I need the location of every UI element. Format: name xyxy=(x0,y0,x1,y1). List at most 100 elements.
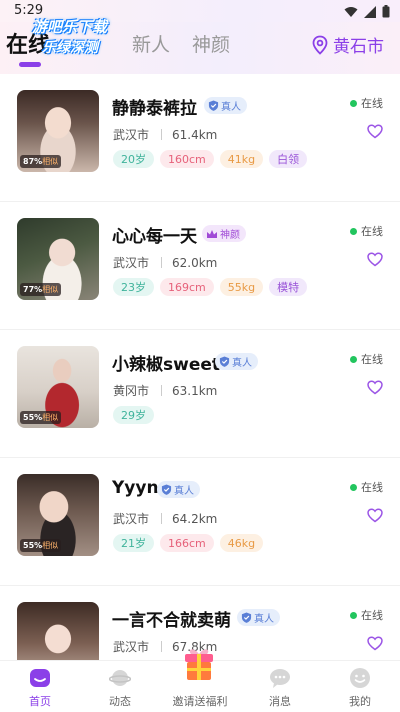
user-city: 武汉市 xyxy=(113,640,150,654)
user-card[interactable]: 55%相似 小辣椒sweet 真人 黄冈市 63.1km 29岁 在线 xyxy=(0,330,400,458)
verified-badge: 真人 xyxy=(157,481,200,498)
similarity-badge: 55%相似 xyxy=(20,411,62,424)
user-name: Yyyn xyxy=(112,478,159,498)
watermark-overlay: 游吧乐下载 乐绿深测 xyxy=(32,16,152,57)
tag-height: 166cm xyxy=(160,534,214,552)
tag-occupation: 模特 xyxy=(269,278,308,296)
online-status: 在线 xyxy=(350,607,383,623)
battery-icon xyxy=(382,5,390,18)
nav-messages[interactable]: 消息 xyxy=(240,661,320,712)
user-location-distance: 黄冈市 63.1km xyxy=(113,382,217,399)
watermark-line-2: 乐绿深测 xyxy=(42,40,98,56)
user-distance: 61.4km xyxy=(172,127,218,142)
tag-weight: 55kg xyxy=(219,278,264,296)
online-dot-icon xyxy=(350,99,357,107)
tag-height: 160cm xyxy=(160,150,214,168)
online-status: 在线 xyxy=(350,479,383,495)
tag-weight: 46kg xyxy=(219,534,264,552)
heart-icon[interactable] xyxy=(367,380,383,395)
user-list: 87%相似 静静泰裤拉 真人 武汉市 61.4km 20岁 160cm 41kg … xyxy=(0,74,400,660)
user-name: 静静泰裤拉 xyxy=(112,99,197,119)
user-avatar[interactable] xyxy=(17,602,99,660)
verified-badge: 真人 xyxy=(204,97,247,114)
user-tags: 21岁 166cm 46kg xyxy=(113,534,264,552)
user-city: 武汉市 xyxy=(113,512,150,526)
user-avatar[interactable]: 77%相似 xyxy=(17,218,99,300)
user-avatar[interactable]: 87%相似 xyxy=(17,90,99,172)
shield-check-icon xyxy=(208,100,219,111)
nav-home-label: 首页 xyxy=(29,695,51,708)
status-icons xyxy=(344,5,390,18)
user-name: 小辣椒sweet xyxy=(112,355,221,375)
user-city: 武汉市 xyxy=(113,128,150,142)
verified-badge: 真人 xyxy=(237,609,280,626)
tag-age: 23岁 xyxy=(113,278,154,296)
location-selector[interactable]: 黄石市 xyxy=(311,32,384,57)
tab-beauty[interactable]: 神颜 xyxy=(192,30,230,57)
tab-indicator xyxy=(19,62,41,67)
user-card[interactable]: 77%相似 心心每一天 神颜 武汉市 62.0km 23岁 169cm 55kg … xyxy=(0,202,400,330)
top-header: 在线 新人 神颜 游吧乐下载 乐绿深测 黄石市 xyxy=(0,18,400,74)
user-location-distance: 武汉市 64.2km xyxy=(113,510,217,527)
tag-height: 169cm xyxy=(160,278,214,296)
user-name: 心心每一天 xyxy=(112,227,197,247)
tag-occupation: 白领 xyxy=(269,150,308,168)
online-dot-icon xyxy=(350,483,357,491)
heart-icon[interactable] xyxy=(367,252,383,267)
similarity-badge: 77%相似 xyxy=(20,283,62,296)
heart-icon[interactable] xyxy=(367,636,383,651)
similarity-badge: 87%相似 xyxy=(20,155,62,168)
nav-moments-label: 动态 xyxy=(109,695,131,708)
user-location-distance: 武汉市 61.4km xyxy=(113,126,217,143)
nav-profile[interactable]: 我的 xyxy=(320,661,400,712)
user-distance: 64.2km xyxy=(172,511,218,526)
smile-icon xyxy=(350,668,370,688)
signal-icon xyxy=(364,5,376,18)
user-avatar[interactable]: 55%相似 xyxy=(17,474,99,556)
user-tags: 23岁 169cm 55kg 模特 xyxy=(113,278,308,296)
nav-invite-label: 邀请送福利 xyxy=(172,695,228,708)
location-pin-icon xyxy=(312,35,328,55)
tag-age: 20岁 xyxy=(113,150,154,168)
planet-icon xyxy=(109,670,131,686)
user-distance: 62.0km xyxy=(172,255,218,270)
chat-icon xyxy=(270,669,290,688)
nav-home[interactable]: 首页 xyxy=(0,661,80,712)
tag-age: 21岁 xyxy=(113,534,154,552)
nav-profile-label: 我的 xyxy=(349,695,371,708)
user-tags: 20岁 160cm 41kg 白领 xyxy=(113,150,308,168)
online-status: 在线 xyxy=(350,95,383,111)
location-label: 黄石市 xyxy=(333,37,384,57)
user-name: 一言不合就卖萌 xyxy=(112,611,231,631)
shield-check-icon xyxy=(219,356,230,367)
watermark-line-1: 游吧乐下载 xyxy=(32,18,108,36)
heart-icon[interactable] xyxy=(367,508,383,523)
online-dot-icon xyxy=(350,611,357,619)
shield-check-icon xyxy=(241,612,252,623)
online-status: 在线 xyxy=(350,351,383,367)
online-dot-icon xyxy=(350,227,357,235)
tag-weight: 41kg xyxy=(219,150,264,168)
online-status: 在线 xyxy=(350,223,383,239)
beauty-badge: 神颜 xyxy=(202,225,246,242)
user-avatar[interactable]: 55%相似 xyxy=(17,346,99,428)
similarity-badge: 55%相似 xyxy=(20,539,62,552)
user-location-distance: 武汉市 62.0km xyxy=(113,254,217,271)
user-city: 黄冈市 xyxy=(113,384,150,398)
user-tags: 29岁 xyxy=(113,406,154,424)
user-city: 武汉市 xyxy=(113,256,150,270)
user-distance: 63.1km xyxy=(172,383,218,398)
nav-messages-label: 消息 xyxy=(269,695,291,708)
user-card[interactable]: 87%相似 静静泰裤拉 真人 武汉市 61.4km 20岁 160cm 41kg … xyxy=(0,74,400,202)
gift-icon[interactable] xyxy=(181,644,217,682)
verified-badge: 真人 xyxy=(215,353,258,370)
user-card[interactable]: 55%相似 Yyyn 真人 武汉市 64.2km 21岁 166cm 46kg 在… xyxy=(0,458,400,586)
nav-moments[interactable]: 动态 xyxy=(80,661,160,712)
wifi-icon xyxy=(344,6,358,17)
home-icon xyxy=(30,669,50,687)
crown-icon xyxy=(207,229,217,238)
heart-icon[interactable] xyxy=(367,124,383,139)
shield-check-icon xyxy=(161,484,172,495)
tag-age: 29岁 xyxy=(113,406,154,424)
online-dot-icon xyxy=(350,355,357,363)
